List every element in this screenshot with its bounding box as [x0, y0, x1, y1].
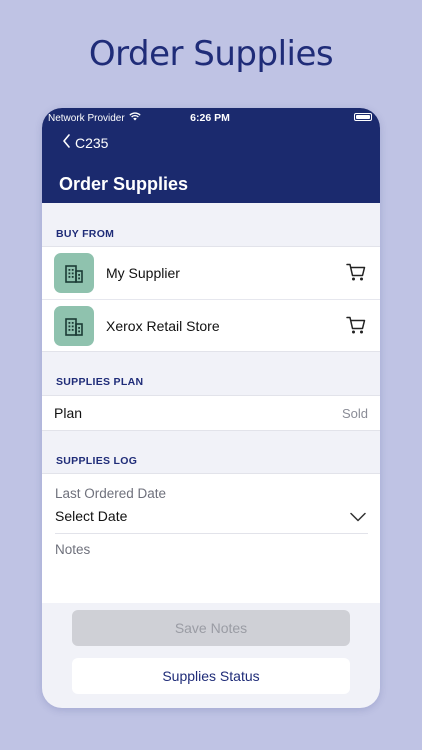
back-button[interactable]: C235	[62, 134, 108, 151]
building-icon	[54, 253, 94, 293]
plan-value: Sold	[341, 405, 368, 421]
save-notes-button[interactable]: Save Notes	[72, 610, 350, 646]
supplier-name: Xerox Retail Store	[106, 317, 220, 334]
supplies-status-button[interactable]: Supplies Status	[72, 658, 350, 694]
supplier-row-my-supplier[interactable]: My Supplier	[42, 247, 380, 299]
battery-icon	[354, 113, 372, 121]
cart-icon[interactable]	[346, 263, 366, 287]
supplies-log-section-label: SUPPLIES LOG	[56, 455, 138, 467]
divider	[55, 533, 368, 534]
nav-header: Network Provider 6:26 PM C235 Order Supp…	[42, 108, 380, 203]
promo-title: Order Supplies	[88, 34, 334, 74]
notes-input[interactable]: Notes	[55, 542, 90, 557]
plan-row[interactable]: Plan Sold	[42, 396, 380, 430]
phone-screen: Network Provider 6:26 PM C235 Order Supp…	[42, 108, 380, 708]
supplies-log-card: Last Ordered Date Select Date Notes	[42, 473, 380, 603]
status-bar: Network Provider 6:26 PM	[48, 111, 372, 125]
supplies-plan-section-label: SUPPLIES PLAN	[56, 376, 144, 388]
buy-from-section-label: BUY FROM	[56, 228, 115, 240]
plan-label: Plan	[54, 405, 83, 421]
date-select[interactable]: Select Date	[55, 508, 127, 524]
supplier-list: My Supplier Xerox Retail Store	[42, 246, 380, 352]
chevron-down-icon[interactable]	[350, 509, 366, 527]
status-time: 6:26 PM	[190, 112, 230, 124]
page-title: Order Supplies	[59, 174, 189, 194]
cart-icon[interactable]	[346, 316, 366, 340]
chevron-left-icon	[62, 134, 71, 151]
last-ordered-date-label: Last Ordered Date	[55, 486, 167, 501]
plan-card: Plan Sold	[42, 395, 380, 431]
building-icon	[54, 305, 94, 346]
supplier-row-xerox-retail-store[interactable]: Xerox Retail Store	[42, 299, 380, 351]
back-label: C235	[75, 134, 109, 151]
supplier-name: My Supplier	[106, 265, 180, 281]
